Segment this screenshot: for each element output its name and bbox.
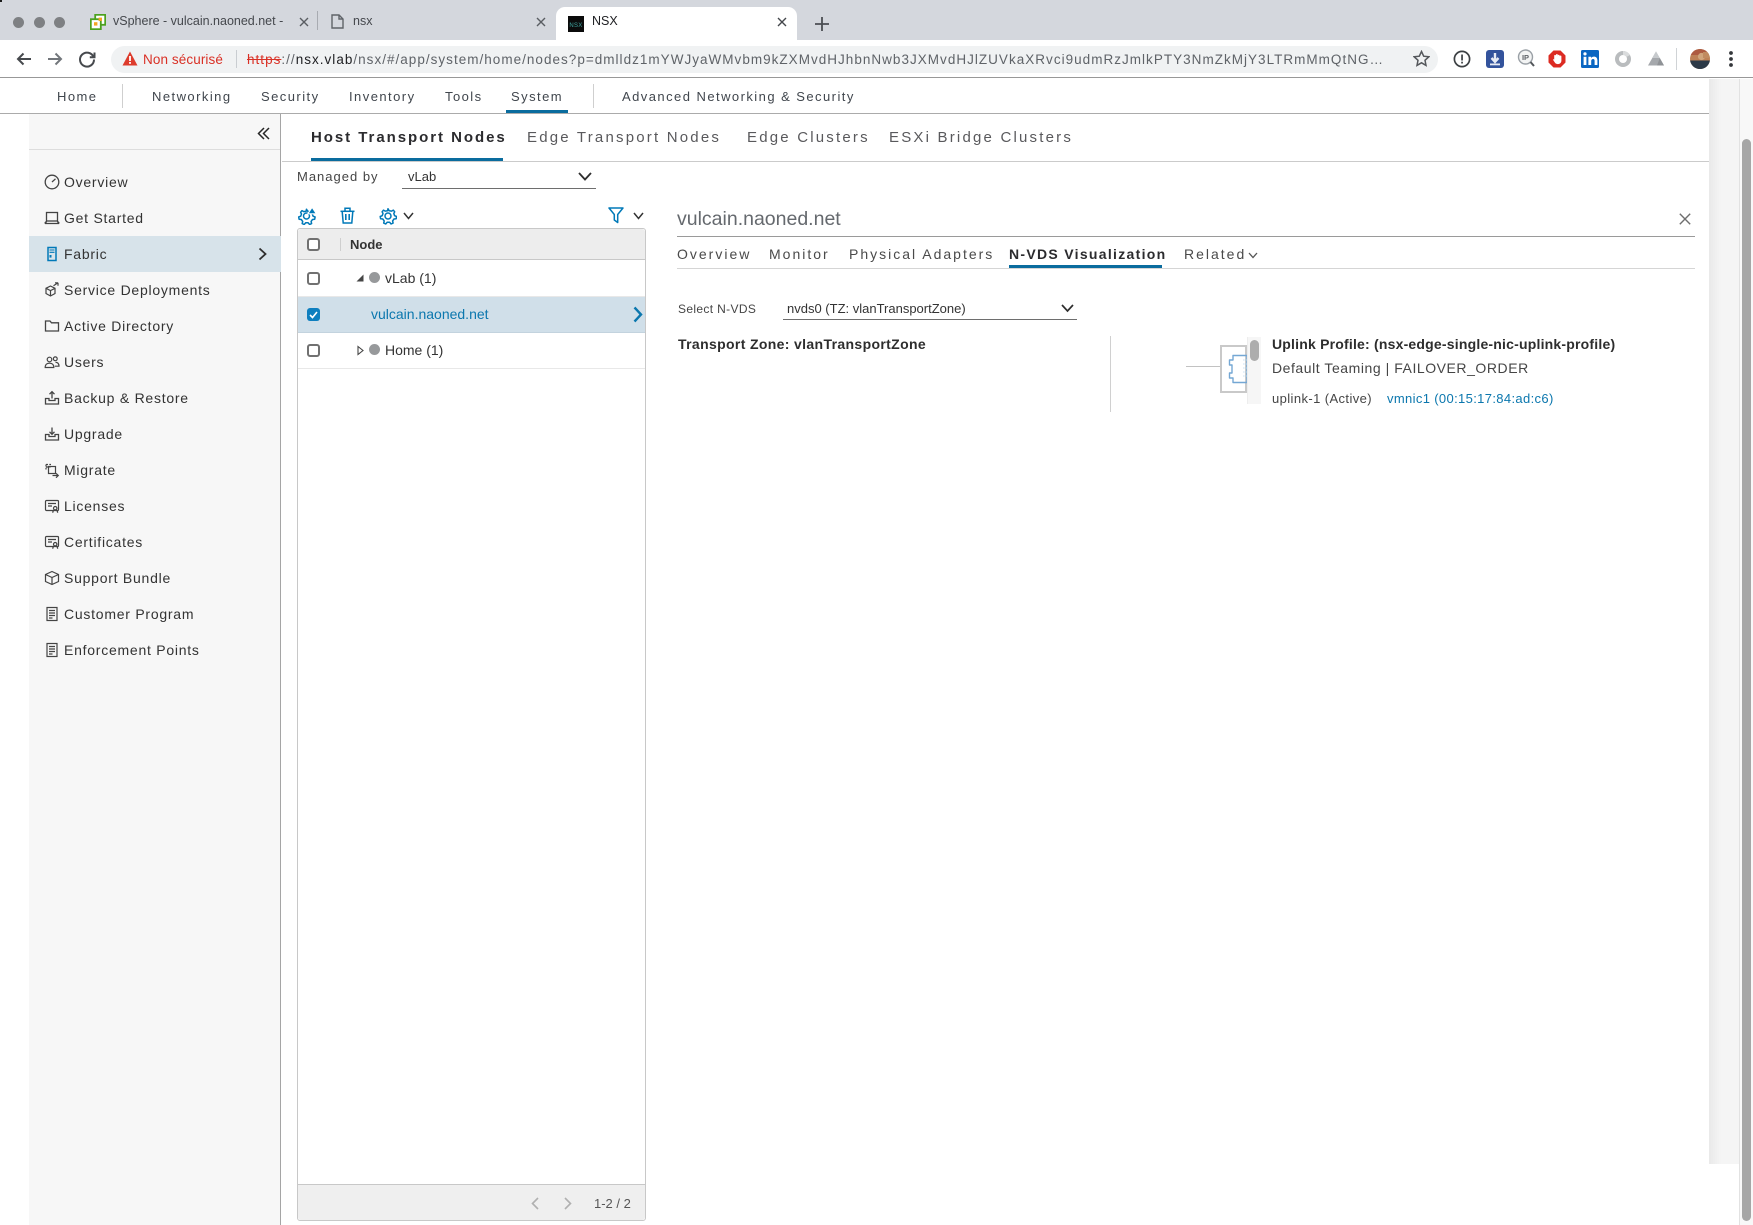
svg-text:IP: IP [1522,53,1529,62]
svg-text:NSX: NSX [569,23,582,29]
